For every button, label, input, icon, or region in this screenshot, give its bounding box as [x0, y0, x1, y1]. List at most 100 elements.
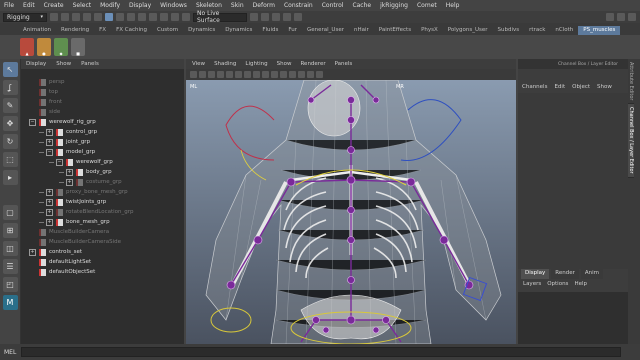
- shelf-tab-rendering[interactable]: Rendering: [56, 26, 94, 35]
- outliner-item[interactable]: + bone_mesh_grp: [21, 217, 184, 227]
- outliner-item[interactable]: persp: [21, 77, 184, 87]
- outliner-item[interactable]: MuscleBuilderCameraSide: [21, 237, 184, 247]
- expand-icon[interactable]: +: [46, 218, 53, 226]
- shelf-tab-dynamics[interactable]: Dynamics: [183, 26, 220, 35]
- move-tool-icon[interactable]: ✥: [2, 116, 18, 131]
- camera-icon[interactable]: [190, 71, 197, 78]
- collapse-icon[interactable]: −: [29, 118, 36, 126]
- save-scene-icon[interactable]: [72, 13, 80, 21]
- smooth-shade-icon[interactable]: [253, 71, 260, 78]
- shelf-tool-settings-icon[interactable]: ■: [71, 38, 85, 56]
- layer-tab-render[interactable]: Render: [551, 269, 579, 279]
- isolate-select-icon[interactable]: [316, 71, 323, 78]
- select-by-object-icon[interactable]: [116, 13, 124, 21]
- channel-box-layer-editor-tab[interactable]: Channel Box / Layer Editor: [628, 104, 634, 179]
- paint-select-tool-icon[interactable]: ✎: [2, 98, 18, 113]
- outliner-item[interactable]: + joint_grp: [21, 137, 184, 147]
- expand-icon[interactable]: +: [46, 128, 53, 136]
- outliner-item[interactable]: defaultLightSet: [21, 257, 184, 267]
- expand-icon[interactable]: +: [29, 248, 36, 256]
- menu-modify[interactable]: Modify: [100, 2, 120, 9]
- expand-icon[interactable]: +: [66, 168, 73, 176]
- layer-tab-display[interactable]: Display: [521, 269, 550, 279]
- viewport-menu-view[interactable]: View: [192, 61, 205, 67]
- open-scene-icon[interactable]: [61, 13, 69, 21]
- outliner-item[interactable]: + controls_set: [21, 247, 184, 257]
- shelf-tab-fur[interactable]: Fur: [283, 26, 302, 35]
- layer-menu-options[interactable]: Options: [547, 281, 568, 291]
- channel-box-menu-edit[interactable]: Edit: [554, 84, 565, 90]
- textured-icon[interactable]: [271, 71, 278, 78]
- shelf-tab-fluids[interactable]: Fluids: [257, 26, 283, 35]
- outliner-item[interactable]: defaultObjectSet: [21, 267, 184, 277]
- menu-edit[interactable]: Edit: [23, 2, 35, 9]
- menu-select[interactable]: Select: [73, 2, 92, 9]
- shelf-tab-dynamics[interactable]: Dynamics: [220, 26, 257, 35]
- shelf-tab-fx-caching[interactable]: FX Caching: [111, 26, 152, 35]
- tool-settings-icon[interactable]: [617, 13, 625, 21]
- snap-surface-icon[interactable]: [171, 13, 179, 21]
- grid-icon[interactable]: [217, 71, 224, 78]
- channel-list[interactable]: [518, 93, 628, 269]
- outliner-item[interactable]: + twistJoints_grp: [21, 197, 184, 207]
- resolution-gate-icon[interactable]: [235, 71, 242, 78]
- menu-set-dropdown[interactable]: Rigging ▾: [3, 12, 47, 22]
- outliner-item[interactable]: side: [21, 107, 184, 117]
- outliner-menu-panels[interactable]: Panels: [81, 61, 99, 67]
- outliner-item[interactable]: + control_grp: [21, 127, 184, 137]
- live-surface-icon[interactable]: [182, 13, 190, 21]
- viewport-menu-panels[interactable]: Panels: [335, 61, 353, 67]
- menu-jkrigging[interactable]: jkRigging: [380, 2, 408, 9]
- graph-layout-icon[interactable]: ◰: [2, 277, 18, 292]
- menu-skeleton[interactable]: Skeleton: [196, 2, 222, 9]
- shelf-tool-jcm-icon[interactable]: ◆: [54, 38, 68, 56]
- film-gate-icon[interactable]: [226, 71, 233, 78]
- two-pane-layout-icon[interactable]: ◫: [2, 241, 18, 256]
- outliner-item[interactable]: top: [21, 87, 184, 97]
- render-settings-icon[interactable]: [272, 13, 280, 21]
- attribute-editor-tab[interactable]: Attribute Editor: [628, 59, 634, 105]
- channel-box-menu-show[interactable]: Show: [597, 84, 612, 90]
- snap-curve-icon[interactable]: [149, 13, 157, 21]
- shelf-tool-muscle-icon[interactable]: ●: [37, 38, 51, 56]
- scale-tool-icon[interactable]: ⬚: [2, 152, 18, 167]
- outliner-item[interactable]: + costume_grp: [21, 177, 184, 187]
- outliner-item[interactable]: + body_grp: [21, 167, 184, 177]
- shelf-tab-physx[interactable]: PhysX: [416, 26, 443, 35]
- outliner-item[interactable]: − model_grp: [21, 147, 184, 157]
- outliner-item[interactable]: front: [21, 97, 184, 107]
- outliner-item[interactable]: + rotateBlendLocation_grp: [21, 207, 184, 217]
- expand-icon[interactable]: +: [46, 138, 53, 146]
- select-by-component-icon[interactable]: [127, 13, 135, 21]
- live-surface-field[interactable]: No Live Surface: [193, 10, 247, 24]
- bookmark-icon[interactable]: [199, 71, 206, 78]
- shelf-tab-nhair[interactable]: nHair: [349, 26, 374, 35]
- shadows-icon[interactable]: [289, 71, 296, 78]
- outliner-menu-show[interactable]: Show: [56, 61, 71, 67]
- render-icon[interactable]: [250, 13, 258, 21]
- expand-icon[interactable]: +: [46, 208, 53, 216]
- menu-help[interactable]: Help: [446, 2, 460, 9]
- shelf-tab-animation[interactable]: Animation: [18, 26, 56, 35]
- channel-box-menu-channels[interactable]: Channels: [522, 84, 547, 90]
- shelf-tab-fx[interactable]: FX: [94, 26, 111, 35]
- viewport-menu-renderer[interactable]: Renderer: [300, 61, 325, 67]
- expand-icon[interactable]: +: [66, 178, 73, 186]
- command-language-label[interactable]: MEL: [4, 349, 16, 356]
- outliner-item[interactable]: − werewolf_grp: [21, 157, 184, 167]
- input-line-icon[interactable]: [294, 13, 302, 21]
- channel-box-menu-object[interactable]: Object: [572, 84, 590, 90]
- hypershade-icon[interactable]: [283, 13, 291, 21]
- shelf-tab-general-user[interactable]: General_User: [302, 26, 349, 35]
- viewport-scene[interactable]: ML MR: [186, 80, 516, 344]
- shelf-tab-ps-muscles[interactable]: PS_muscles: [578, 26, 621, 35]
- menu-skin[interactable]: Skin: [231, 2, 244, 9]
- viewport-menu-shading[interactable]: Shading: [214, 61, 236, 67]
- menu-constrain[interactable]: Constrain: [284, 2, 313, 9]
- four-pane-layout-icon[interactable]: ⊞: [2, 223, 18, 238]
- command-input[interactable]: [21, 347, 622, 357]
- new-scene-icon[interactable]: [50, 13, 58, 21]
- layer-menu-layers[interactable]: Layers: [523, 281, 541, 291]
- select-tool-icon[interactable]: ↖: [2, 62, 18, 77]
- menu-comet[interactable]: Comet: [417, 2, 437, 9]
